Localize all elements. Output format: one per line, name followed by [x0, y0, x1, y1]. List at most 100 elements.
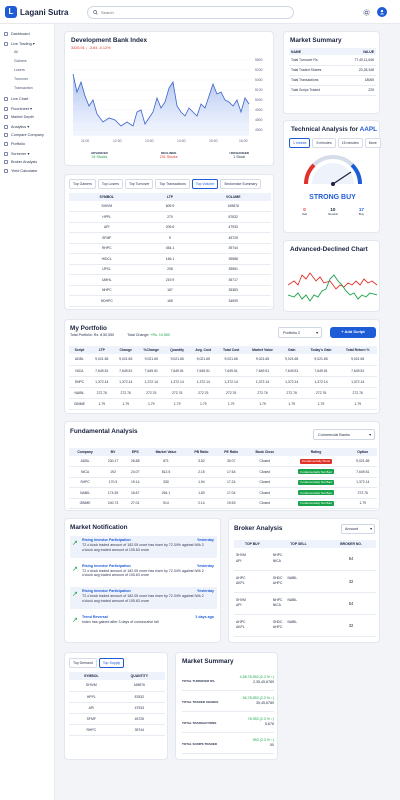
rating-cell: Fundamentally Not Bad	[283, 466, 349, 478]
cell: GBIME	[69, 398, 90, 410]
tab-sectorwise-summary[interactable]: Sectorwise Summary	[220, 179, 262, 189]
table-row[interactable]: HPPL 270 87832	[69, 211, 271, 223]
table-row[interactable]: SFMF 9 45725	[69, 232, 271, 244]
tab-more[interactable]: More	[364, 138, 381, 148]
add-script-button[interactable]: + Add Script	[330, 327, 376, 338]
table-row[interactable]: SHPC 170.5 19.14 330 1.94 17.24 Closed Fundamen…	[69, 477, 377, 488]
tab-top-demand[interactable]: Top Demand	[69, 658, 97, 668]
sidebar-item-screener[interactable]: Screener ▾	[4, 151, 29, 156]
portfolio-select[interactable]: Portfolio 2 ▾	[278, 327, 322, 338]
tab-top-turnover[interactable]: Top Turnover	[125, 179, 154, 189]
search-box[interactable]	[87, 6, 294, 19]
table-row[interactable]: GBIME 1.79 1.79 1.79 1.79 1.79 1.79 1.79 1.79 1.7…	[69, 398, 377, 410]
table-row[interactable]: SHVM API NHPC NICA NABIL 54	[234, 592, 376, 615]
table-row[interactable]: AHPC AKPL SHDC AHPC NABIL 32	[234, 614, 376, 637]
sidebar-item-yield-calculator[interactable]: Yield Calculator	[4, 169, 37, 173]
sidebar-item-analytics[interactable]: Analytics ▾	[4, 124, 29, 129]
broker-analysis-card: Broker Analysis Amount ▾ TOP BUY TOP SELL…	[228, 518, 380, 643]
cell: 9,021.65	[303, 354, 339, 366]
sidebar-sub-all[interactable]: All	[14, 50, 18, 54]
sidebar-item-floorsheet[interactable]: Floorsheet ▾	[4, 106, 32, 111]
cell: 264.1	[145, 487, 187, 499]
y-tick: 4900	[255, 108, 263, 112]
table-row[interactable]: SHPC 1,372.14 1,372.14 1,372.14 1,372.14 1,37…	[69, 376, 377, 388]
broker-select[interactable]: Amount ▾	[341, 524, 375, 534]
sidebar-sub-transaction[interactable]: Transaction	[14, 86, 33, 90]
portfolio-totals: Total Portfolio: Rs. 8,50,550 Total Chan…	[70, 333, 170, 337]
table-row[interactable]: API 47933	[69, 702, 165, 714]
column-header: Total Return %	[345, 348, 370, 352]
table-row[interactable]: API 209.6 47933	[69, 222, 271, 233]
table-row[interactable]: HIDCL 166.1 39588	[69, 253, 271, 265]
table-row[interactable]: SFMF 45725	[69, 713, 165, 725]
tab-5-minutes[interactable]: 5 minutes	[312, 138, 336, 148]
cell: 1,372.14	[216, 376, 246, 388]
table-row[interactable]: NABIL 272.76 272.76 272.76 272.76 272.76 272.7…	[69, 387, 377, 399]
cell: 39744	[195, 243, 271, 254]
app-logo[interactable]: L Lagani Sutra	[5, 6, 68, 18]
sidebar-sub-gainers[interactable]: Gainers	[14, 59, 27, 63]
tab-top-gainers[interactable]: Top Gainers	[69, 179, 96, 189]
cell: 24.07	[124, 466, 146, 478]
sidebar-item-label: Yield Calculator	[11, 169, 38, 173]
table-row[interactable]: HPPL 87832	[69, 691, 165, 703]
notification-item[interactable]: ↗ Rising Investor Participation Yesterday T…	[70, 561, 217, 584]
cell: 330	[145, 477, 187, 488]
table-row[interactable]: RHPC 39744	[69, 724, 165, 736]
table-row[interactable]: HDHPC 165 34509	[69, 295, 271, 307]
chevron-down-icon: ▾	[26, 125, 30, 129]
top-movers-card: Top Gainers Top Losers Top Turnover Top …	[64, 174, 274, 310]
cell: Closed	[246, 498, 284, 509]
cell: 1,372.14	[113, 376, 138, 388]
table-row[interactable]: NABIL 174.35 16.67 264.1 1.83 17.04 Closed Fund…	[69, 487, 377, 499]
table-row[interactable]: NHPC 167 35383	[69, 285, 271, 296]
summary-label: TOTAL TURNOVER RS.	[182, 679, 216, 683]
table-row[interactable]: NICA 192 24.07 812.5 2.15 17.64 Closed Fundamen…	[69, 466, 377, 478]
tab-15-minutes[interactable]: 15 minutes	[337, 138, 363, 148]
broker-table: TOP BUY TOP SELL BROKER NO. SHVM API NHPC N…	[234, 540, 376, 637]
tab-top-losers[interactable]: Top Losers	[97, 179, 123, 189]
table-row[interactable]: SHVM API NHPC NICA 54	[234, 548, 376, 571]
tab-top-volume[interactable]: Top Volume	[191, 179, 219, 189]
x-tick: 13:00	[145, 139, 154, 143]
tab-top-transactions[interactable]: Top Transactions	[155, 179, 190, 189]
broker-symbol: NHPC	[272, 553, 283, 558]
notification-item[interactable]: ↗ Rising Investor Participation Yesterday T…	[70, 536, 217, 558]
y-tick: 5400	[255, 78, 263, 82]
cell: 272.76	[348, 487, 377, 499]
table-row[interactable]: AHPC AKPL SHDC AHPC NABIL 32	[234, 570, 376, 593]
table-row[interactable]: GBIME 240.73 27.01 514 2.14 19.53 Closed Fundam…	[69, 498, 377, 509]
table-row: Total Transactions 18065	[289, 75, 376, 86]
table-row[interactable]: ADBL 230.17 26.88 871 3.52 30.07 Closed Fundame…	[69, 456, 377, 467]
sidebar-item-broker-analysis[interactable]: Broker Analysis	[4, 160, 37, 164]
cell: 1,372.14	[279, 376, 304, 388]
table-row[interactable]: SHIVM 609.9 169876	[69, 201, 271, 212]
sidebar-item-market-depth[interactable]: Market Depth	[4, 115, 34, 119]
sidebar-sub-losers[interactable]: Losers	[14, 68, 25, 72]
sidebar-item-portfolio[interactable]: Portfolio	[4, 142, 25, 146]
notification-item[interactable]: ↗ Rising Investor Participation Yesterday T…	[70, 587, 217, 609]
table-row[interactable]: UPCL 208 39551	[69, 264, 271, 275]
sector-select[interactable]: Commercial Banks ▾	[313, 429, 375, 440]
summary-change: 56,78,953 (2.3 % ↑)	[242, 696, 274, 700]
cell: 1,372.14	[303, 376, 339, 388]
sidebar-item-live-chart[interactable]: Live Chart	[4, 97, 28, 101]
table-row[interactable]: ADBL 9,021.65 9,021.65 9,021.65 9,021.65 9,02…	[69, 354, 377, 366]
tab-top-supply[interactable]: Top Supply	[98, 658, 125, 668]
sidebar-item-compare-company[interactable]: Compare Company	[4, 133, 44, 137]
table-row[interactable]: UMHL 219.9 35717	[69, 274, 271, 286]
avatar[interactable]	[377, 7, 387, 17]
table-row[interactable]: RHPC 454.1 39744	[69, 243, 271, 254]
table-row[interactable]: NICA 7,649.51 7,649.51 7,649.51 7,649.51 7,64…	[69, 365, 377, 377]
sidebar-item-live-trading[interactable]: Live Trading ▾	[4, 41, 35, 46]
settings-icon[interactable]	[361, 7, 371, 17]
sidebar-sub-turnover[interactable]: Turnover	[14, 77, 28, 81]
cell: 19.53	[216, 498, 247, 509]
technical-symbol[interactable]: AAPL	[360, 126, 377, 133]
notification-item[interactable]: ↗ Trend Reversal 2 days ago Index has gaine…	[70, 612, 217, 635]
search-input[interactable]	[101, 10, 281, 15]
sidebar-item-dashboard[interactable]: Dashboard	[4, 32, 30, 36]
table-row[interactable]: SHIVM 169876	[69, 680, 165, 692]
tab-1-minute[interactable]: 1 minute	[289, 138, 311, 148]
summary-change: 78,953 (2.3 % ↑)	[247, 717, 274, 721]
